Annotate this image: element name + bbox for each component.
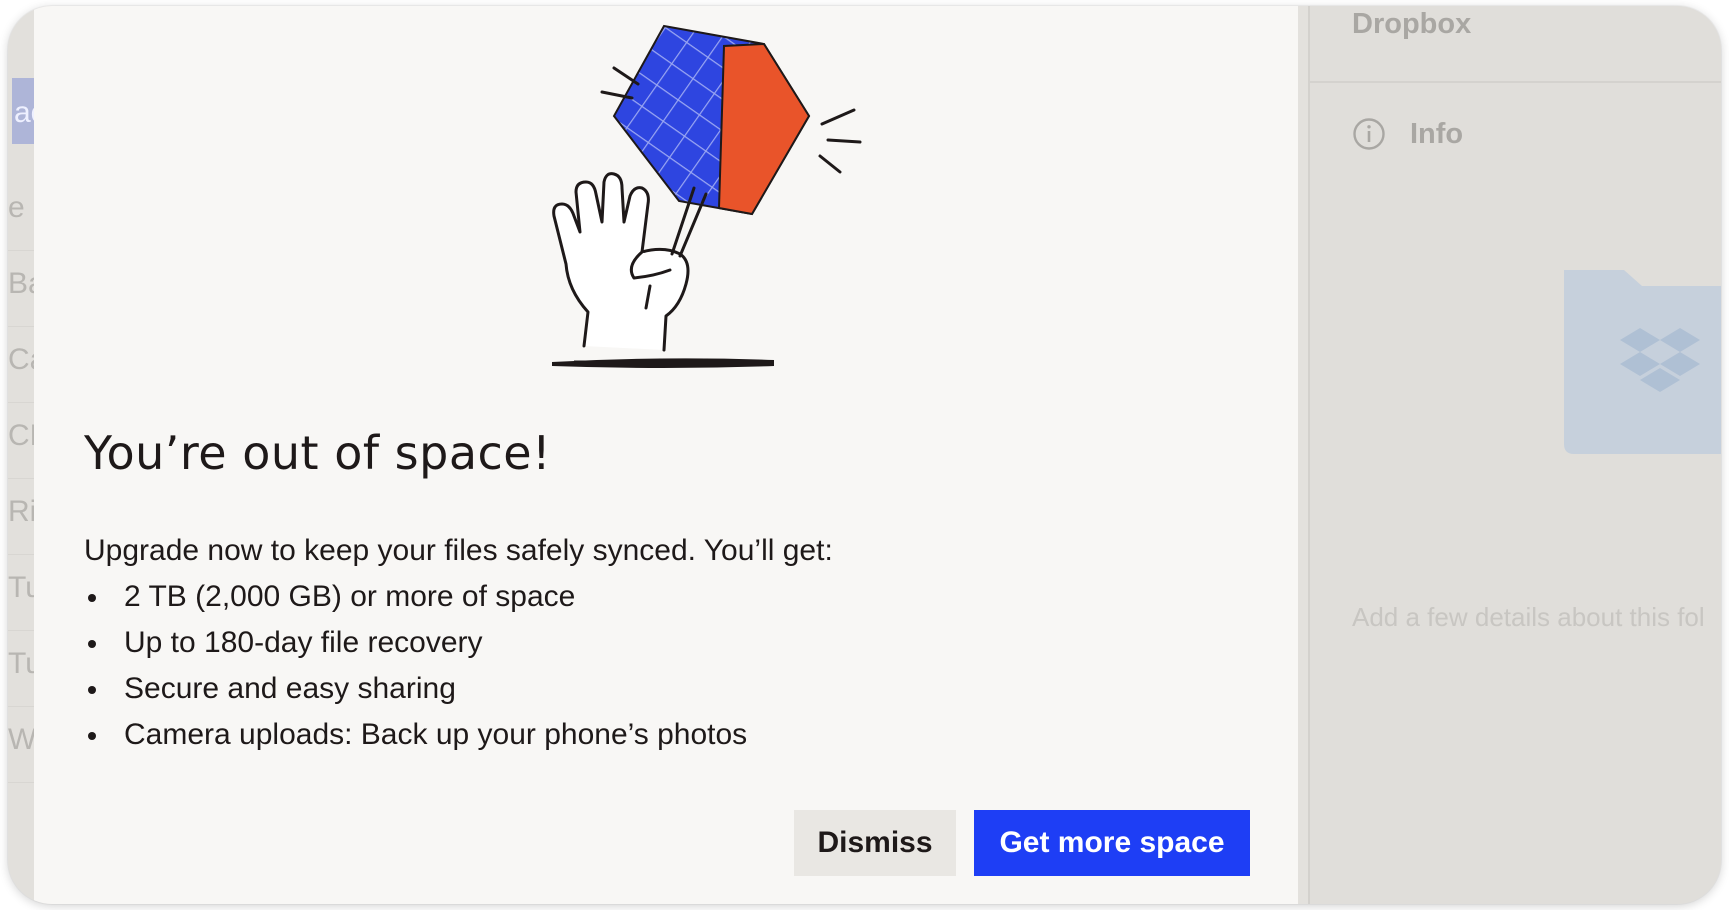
modal-intro: Upgrade now to keep your files safely sy… — [84, 534, 833, 567]
info-label: Info — [1410, 117, 1464, 150]
info-icon — [1353, 118, 1385, 150]
hand-holding-box-illustration — [552, 24, 862, 368]
description-placeholder[interactable]: Add a few details about this fol — [1352, 602, 1705, 633]
benefit-list: 2 TB (2,000 GB) or more of space Up to 1… — [84, 574, 747, 758]
get-more-space-button[interactable]: Get more space — [974, 810, 1250, 876]
folder-icon — [1564, 270, 1721, 454]
benefit-item: Secure and easy sharing — [84, 666, 747, 712]
benefit-item: 2 TB (2,000 GB) or more of space — [84, 574, 747, 620]
out-of-space-modal: You’re out of space! Upgrade now to keep… — [34, 6, 1298, 904]
details-panel: Dropbox Info Add a few details about thi… — [1308, 6, 1721, 904]
modal-headline: You’re out of space! — [84, 426, 552, 480]
benefit-item: Camera uploads: Back up your phone’s pho… — [84, 712, 747, 758]
details-header: Dropbox — [1310, 6, 1721, 83]
benefit-item: Up to 180-day file recovery — [84, 620, 747, 666]
dismiss-button[interactable]: Dismiss — [794, 810, 956, 876]
app-window: ac e Ba Ca CE Ri Tu Tu W Dropbox Info Ad… — [8, 6, 1721, 904]
info-tab[interactable]: Info — [1352, 114, 1463, 154]
details-title: Dropbox — [1352, 8, 1472, 40]
